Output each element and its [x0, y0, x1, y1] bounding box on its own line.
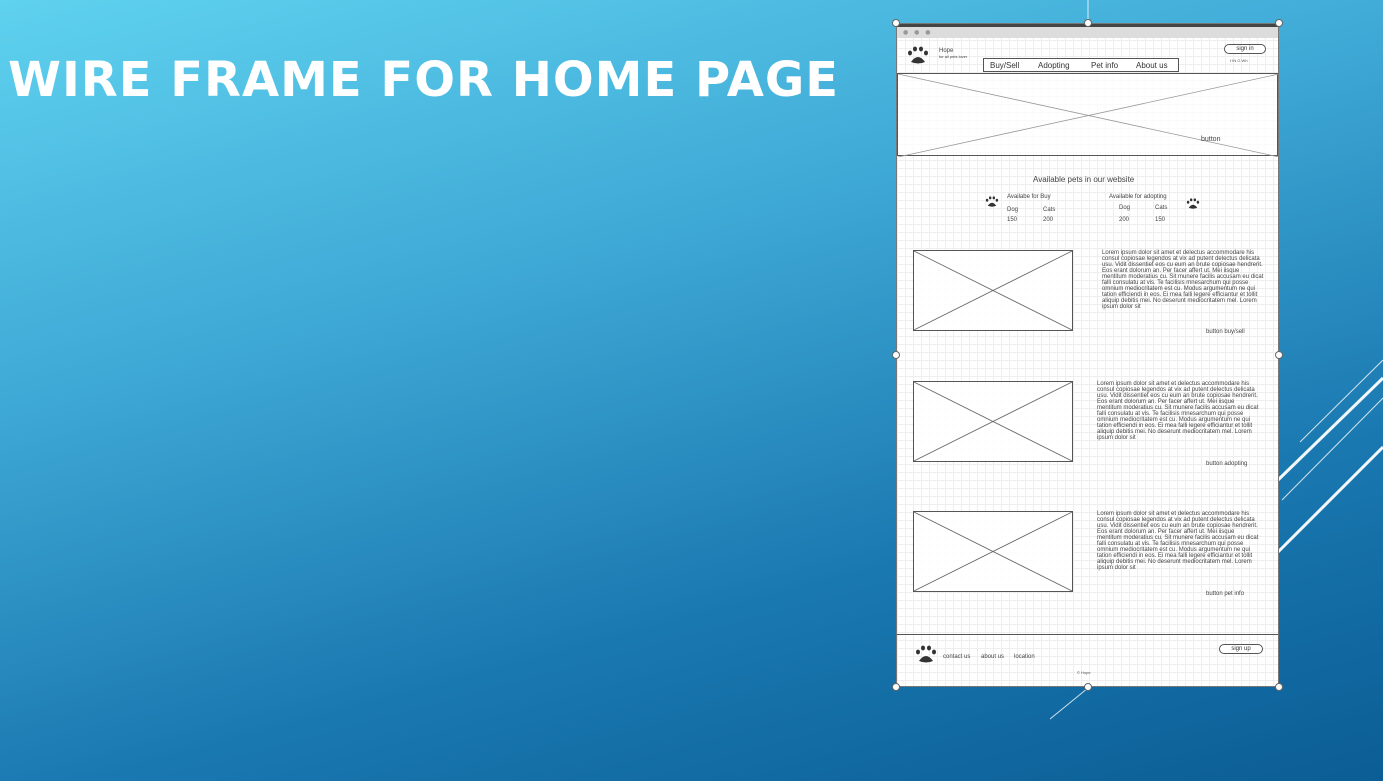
brand-tagline: for all pets lover [939, 53, 968, 59]
paw-icon [916, 645, 936, 663]
adopting-button[interactable]: button adopting [1206, 461, 1247, 467]
brand: Hope for all pets lover [939, 48, 967, 59]
nav-item-pet-info[interactable]: Pet info [1091, 61, 1118, 70]
section-text-buy-sell: Lorem ipsum dolor sit amet et delectus a… [1102, 250, 1264, 310]
buy-cats-label: Cats [1043, 207, 1056, 213]
paw-icon [985, 196, 999, 207]
footer-divider [897, 634, 1278, 635]
window-dots-icon: ● ● ● [903, 29, 933, 36]
footer-link-about[interactable]: about us [981, 654, 1004, 660]
adopt-cats-count: 150 [1155, 217, 1166, 223]
copyright: © Hope [1077, 670, 1091, 675]
nav-item-adopting[interactable]: Adopting [1038, 61, 1070, 70]
resize-handle-left[interactable] [892, 351, 900, 359]
resize-handle-right[interactable] [1275, 351, 1283, 359]
slide-title: WIRE FRAME FOR HOME PAGE [8, 52, 840, 108]
resize-handle-top-right[interactable] [1275, 19, 1283, 27]
social-icons[interactable]: f IN G Wh [1230, 58, 1248, 63]
section-image-buy-sell [913, 250, 1073, 331]
nav-item-buy-sell[interactable]: Buy/Sell [990, 61, 1019, 70]
sign-up-button[interactable]: sign up [1219, 644, 1263, 654]
footer-link-contact[interactable]: contact us [943, 654, 970, 660]
footer-link-location[interactable]: location [1014, 654, 1035, 660]
paw-icon [1186, 198, 1200, 209]
adopt-dog-label: Dog [1119, 205, 1131, 211]
image-placeholder-icon [914, 251, 1072, 330]
paw-icon [908, 46, 928, 64]
resize-handle-top[interactable] [1084, 19, 1092, 27]
pet-info-button[interactable]: button pet info [1206, 591, 1244, 597]
resize-handle-bottom-left[interactable] [892, 683, 900, 691]
image-placeholder-icon [914, 512, 1072, 591]
resize-handle-top-left[interactable] [892, 19, 900, 27]
section-text-adopting: Lorem ipsum dolor sit amet et delectus a… [1097, 381, 1259, 441]
main-nav: Buy/Sell Adopting Pet info About us [983, 58, 1179, 72]
image-placeholder-icon [898, 74, 1278, 157]
adopt-cats-label: Cats [1155, 205, 1168, 211]
image-placeholder-icon [914, 382, 1072, 461]
adopt-dog-count: 200 [1119, 217, 1130, 223]
resize-handle-bottom-right[interactable] [1275, 683, 1283, 691]
section-text-pet-info: Lorem ipsum dolor sit amet et delectus a… [1097, 511, 1259, 571]
buy-dog-label: Dog [1007, 207, 1019, 213]
section-image-adopting [913, 381, 1073, 462]
nav-item-about-us[interactable]: About us [1136, 61, 1168, 70]
wireframe-page: ● ● ● Hope for all pets lover Buy/Sell A… [896, 23, 1279, 687]
adopt-heading: Available for adopting [1109, 194, 1167, 200]
sign-in-button[interactable]: sign in [1224, 44, 1266, 54]
section-image-pet-info [913, 511, 1073, 592]
buy-cats-count: 200 [1043, 217, 1054, 223]
buy-heading: Availabe for Buy [1007, 194, 1051, 200]
hero-banner [897, 73, 1278, 157]
available-title: Available pets in our website [1033, 175, 1135, 184]
resize-handle-bottom[interactable] [1084, 683, 1092, 691]
hero-button[interactable]: button [1201, 136, 1220, 143]
buy-sell-button[interactable]: button buy/sell [1206, 329, 1245, 335]
buy-dog-count: 150 [1007, 217, 1018, 223]
